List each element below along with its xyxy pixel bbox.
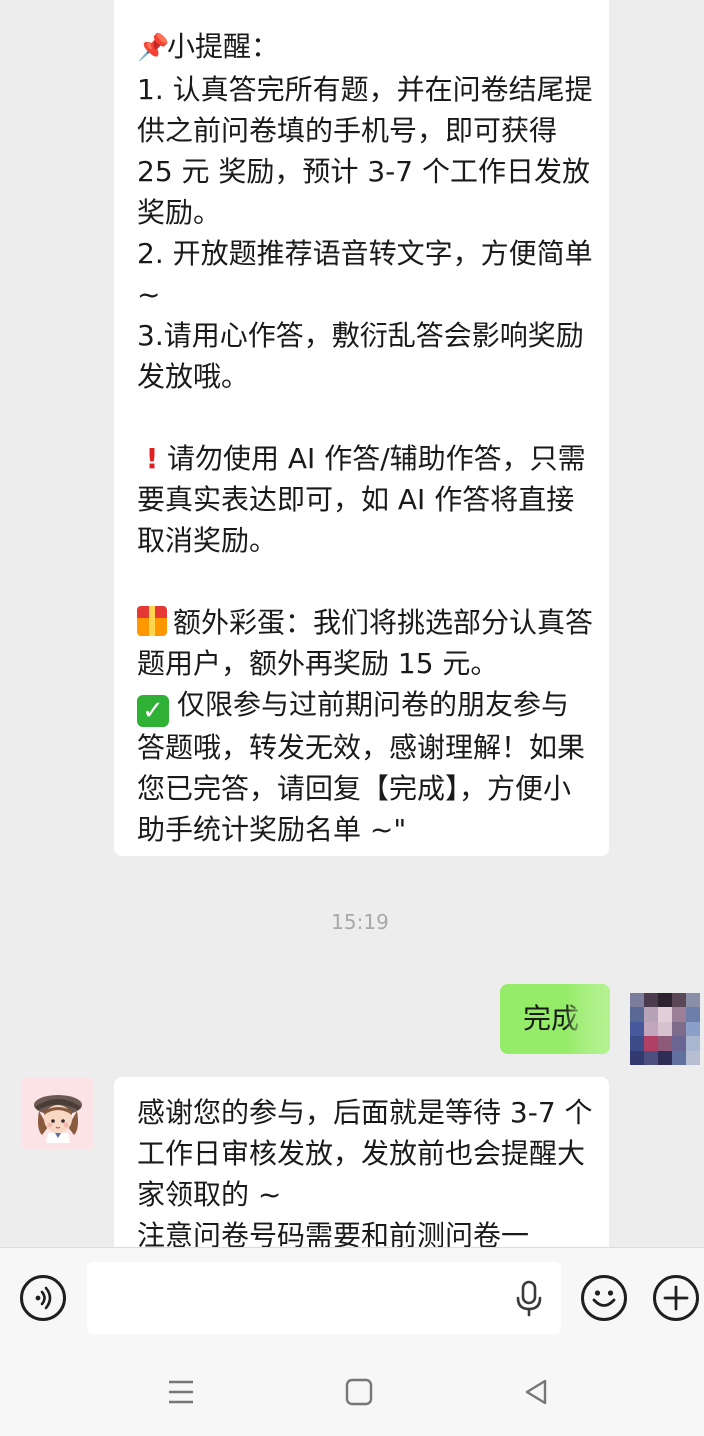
check-mark-icon: ✓ [137, 695, 169, 727]
gift-icon [137, 606, 167, 636]
red-exclamation-icon: ! [145, 442, 159, 475]
received-message-bubble-2[interactable]: 感谢您的参与，后面就是等待 3-7 个工作日审核发放，发放前也会提醒大家领取的 … [114, 1077, 609, 1247]
my-avatar[interactable] [630, 993, 700, 1065]
blur-mask [565, 984, 610, 1054]
sent-message-bubble[interactable]: 完成 [500, 984, 610, 1054]
emoji-icon[interactable] [581, 1275, 627, 1321]
home-nav-icon[interactable] [345, 1378, 373, 1406]
pushpin-icon: 📌 [137, 33, 170, 63]
ai-warning-text: 请勿使用 AI 作答/辅助作答，只需要真实表达即可，如 AI 作答将直接取消奖励… [137, 442, 586, 557]
menu-nav-icon[interactable] [167, 1378, 195, 1406]
chat-history[interactable]: 📌小提醒： 1. 认真答完所有题，并在问卷结尾提供之前问卷填的手机号，即可获得 … [0, 0, 704, 1247]
voice-toggle-icon[interactable] [20, 1275, 66, 1321]
system-navigation-bar [0, 1348, 704, 1436]
reminder-item-3: 3.请用心作答，敷衍乱答会影响奖励发放哦。 [137, 319, 584, 393]
cartoon-girl-avatar [34, 1095, 82, 1143]
chat-input-bar [0, 1247, 704, 1348]
eligibility-text: 仅限参与过前期问卷的朋友参与答题哦，转发无效，感谢理解！如果您已完答，请回复【完… [137, 688, 586, 846]
message-timestamp: 15:19 [331, 910, 389, 934]
microphone-icon[interactable] [514, 1279, 544, 1319]
bonus-text: 额外彩蛋：我们将挑选部分认真答题用户，额外再奖励 15 元。 [137, 606, 594, 680]
reminder-title: 小提醒： [167, 30, 280, 63]
message-input[interactable] [87, 1262, 561, 1334]
back-nav-icon[interactable] [522, 1378, 550, 1406]
reminder-item-1: 1. 认真答完所有题，并在问卷结尾提供之前问卷填的手机号，即可获得 25 元 奖… [137, 73, 593, 229]
contact-avatar[interactable] [22, 1077, 94, 1149]
received-message-bubble[interactable]: 📌小提醒： 1. 认真答完所有题，并在问卷结尾提供之前问卷填的手机号，即可获得 … [114, 0, 609, 856]
reminder-item-2: 2. 开放题推荐语音转文字，方便简单 ~ [137, 237, 602, 311]
plus-icon[interactable] [653, 1275, 699, 1321]
